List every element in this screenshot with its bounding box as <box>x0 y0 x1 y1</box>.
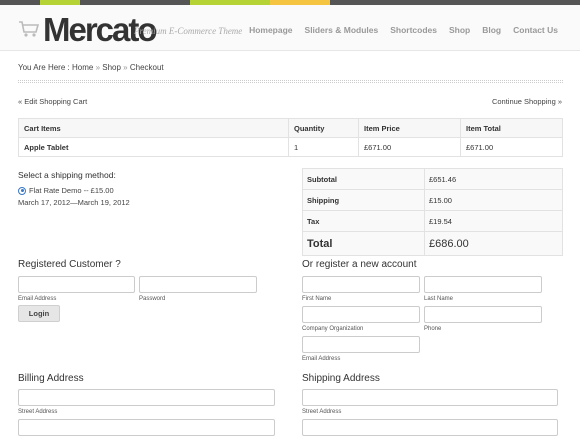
cart-item-price: £671.00 <box>358 137 461 157</box>
nav-contact-us[interactable]: Contact Us <box>513 25 558 35</box>
billing-street-field-2[interactable] <box>18 419 275 436</box>
col-quantity: Quantity <box>288 118 359 138</box>
shipping-dates: March 17, 2012—March 19, 2012 <box>18 198 130 207</box>
phone-label: Phone <box>424 326 442 332</box>
tax-value: £19.54 <box>424 210 563 232</box>
breadcrumb-separator: » <box>95 63 101 72</box>
breadcrumb-shop[interactable]: Shop <box>102 63 121 72</box>
shipping-street-label: Street Address <box>302 409 342 415</box>
password-label: Password <box>139 296 166 302</box>
cart-item-name[interactable]: Apple Tablet <box>18 137 289 157</box>
col-cart-items: Cart Items <box>18 118 289 138</box>
shipping-street-field[interactable] <box>302 389 558 406</box>
site-header: Mercato Premium E-Commerce Theme Homepag… <box>0 5 580 51</box>
continue-shopping-link[interactable]: Continue Shopping » <box>492 97 562 106</box>
cart-item-total: £671.00 <box>460 137 563 157</box>
billing-street-field[interactable] <box>18 389 275 406</box>
breadcrumb: You Are Here : Home » Shop » Checkout <box>18 63 164 72</box>
totals-row: Total £686.00 <box>302 231 563 256</box>
nav-shop[interactable]: Shop <box>449 25 470 35</box>
registered-customer-title: Registered Customer ? <box>18 259 121 270</box>
col-item-total: Item Total <box>460 118 563 138</box>
phone-field[interactable] <box>424 306 542 323</box>
totals-row: Subtotal £651.46 <box>302 168 563 190</box>
breadcrumb-current: Checkout <box>129 63 164 72</box>
billing-street-label: Street Address <box>18 409 58 415</box>
shipping-option[interactable]: Flat Rate Demo -- £15.00 <box>18 186 114 195</box>
shipping-value: £15.00 <box>424 189 563 211</box>
col-item-price: Item Price <box>358 118 461 138</box>
first-name-label: First Name <box>302 296 332 302</box>
register-email-field[interactable] <box>302 336 420 353</box>
password-field[interactable] <box>139 276 257 293</box>
register-title: Or register a new account <box>302 259 417 270</box>
billing-address-title: Billing Address <box>18 373 84 384</box>
company-field[interactable] <box>302 306 420 323</box>
total-value: £686.00 <box>424 231 563 256</box>
main-nav: Homepage Sliders & Modules Shortcodes Sh… <box>249 25 558 35</box>
nav-sliders-modules[interactable]: Sliders & Modules <box>305 25 379 35</box>
breadcrumb-prefix: You Are Here : <box>18 63 70 72</box>
register-email-label: Email Address <box>302 356 341 362</box>
subtotal-label: Subtotal <box>302 168 425 190</box>
first-name-field[interactable] <box>302 276 420 293</box>
cart-item-quantity: 1 <box>288 137 359 157</box>
shipping-radio[interactable] <box>18 186 26 195</box>
dotted-divider <box>18 80 563 83</box>
edit-cart-link[interactable]: « Edit Shopping Cart <box>18 97 87 106</box>
totals-row: Tax £19.54 <box>302 210 563 232</box>
shipping-label: Shipping <box>302 189 425 211</box>
totals-table: Subtotal £651.46 Shipping £15.00 Tax £19… <box>302 168 563 256</box>
table-row: Apple Tablet 1 £671.00 £671.00 <box>18 137 563 157</box>
last-name-label: Last Name <box>424 296 454 302</box>
nav-blog[interactable]: Blog <box>482 25 501 35</box>
last-name-field[interactable] <box>424 276 542 293</box>
email-label: Email Address <box>18 296 57 302</box>
company-label: Company Organization <box>302 326 364 332</box>
shipping-option-label: Flat Rate Demo -- £15.00 <box>29 186 114 195</box>
breadcrumb-home[interactable]: Home <box>72 63 93 72</box>
cart-header-row: Cart Items Quantity Item Price Item Tota… <box>18 118 563 138</box>
cart-table: Cart Items Quantity Item Price Item Tota… <box>18 118 563 157</box>
tax-label: Tax <box>302 210 425 232</box>
email-field[interactable] <box>18 276 135 293</box>
nav-shortcodes[interactable]: Shortcodes <box>390 25 437 35</box>
totals-row: Shipping £15.00 <box>302 189 563 211</box>
shopping-cart-icon[interactable] <box>18 20 40 38</box>
shipping-address-title: Shipping Address <box>302 373 380 384</box>
shipping-method-title: Select a shipping method: <box>18 170 116 180</box>
subtotal-value: £651.46 <box>424 168 563 190</box>
total-label: Total <box>302 231 425 256</box>
nav-homepage[interactable]: Homepage <box>249 25 292 35</box>
breadcrumb-separator: » <box>123 63 128 72</box>
shipping-street-field-2[interactable] <box>302 419 558 436</box>
login-button[interactable]: Login <box>18 305 60 322</box>
site-tagline: Premium E-Commerce Theme <box>134 26 243 36</box>
